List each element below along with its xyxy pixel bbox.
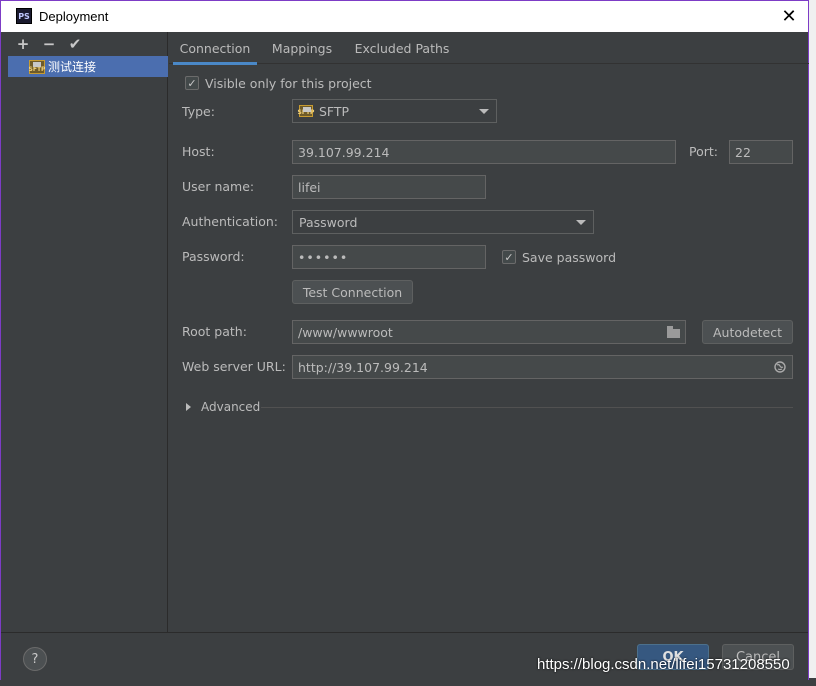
advanced-divider <box>261 407 793 408</box>
help-button[interactable]: ? <box>23 647 47 671</box>
root-path-input[interactable]: /www/wwwroot <box>292 320 686 344</box>
title-bar: PS Deployment ✕ <box>1 1 808 32</box>
test-connection-button[interactable]: Test Connection <box>292 280 413 304</box>
server-name: 测试连接 <box>48 60 97 74</box>
type-label: Type: <box>182 104 215 119</box>
username-input[interactable]: lifei <box>292 175 486 199</box>
visible-only-label: Visible only for this project <box>205 76 372 91</box>
csdn-watermark: https://blog.csdn.net/lifei15731208550 <box>537 656 790 673</box>
remove-server-icon[interactable]: − <box>41 35 57 53</box>
port-input[interactable]: 22 <box>729 140 793 164</box>
add-server-icon[interactable]: + <box>15 35 31 53</box>
deployment-dialog: PS Deployment ✕ + − ✔ SFTP 测试连接 Connecti… <box>0 0 809 680</box>
sftp-server-icon: SFTP <box>29 59 45 74</box>
save-password-label: Save password <box>522 250 617 265</box>
chevron-right-icon <box>186 403 191 411</box>
root-path-value: /www/wwwroot <box>298 324 393 340</box>
save-password-checkbox[interactable]: ✓ <box>502 250 516 264</box>
root-path-label: Root path: <box>182 324 247 339</box>
tab-bar: Connection Mappings Excluded Paths <box>169 32 809 65</box>
close-icon[interactable]: ✕ <box>778 5 800 27</box>
autodetect-button[interactable]: Autodetect <box>702 320 793 344</box>
window-title: Deployment <box>39 9 109 24</box>
globe-icon[interactable] <box>773 360 787 374</box>
tab-excluded-paths[interactable]: Excluded Paths <box>351 32 453 64</box>
check-default-icon[interactable]: ✔ <box>67 35 83 53</box>
background-editor-strip <box>808 0 816 686</box>
server-list-item[interactable]: SFTP 测试连接 <box>8 56 168 77</box>
auth-label: Authentication: <box>182 214 278 229</box>
chevron-down-icon <box>479 109 489 114</box>
port-label: Port: <box>689 144 718 159</box>
visible-only-checkbox[interactable]: ✓ <box>185 76 199 90</box>
server-list-toolbar: + − ✔ <box>8 32 167 56</box>
auth-dropdown[interactable]: Password <box>292 210 594 234</box>
advanced-label: Advanced <box>201 400 261 414</box>
connection-form: ✓ Visible only for this project Type: SF… <box>169 64 809 632</box>
web-url-label: Web server URL: <box>182 359 286 374</box>
phpstorm-app-icon: PS <box>16 8 32 24</box>
auth-value: Password <box>299 214 358 230</box>
type-dropdown[interactable]: SFTP SFTP <box>292 99 497 123</box>
sftp-type-icon: SFTP <box>298 105 314 117</box>
folder-icon[interactable] <box>666 325 680 339</box>
advanced-toggle[interactable]: Advanced <box>186 400 260 414</box>
type-value: SFTP <box>319 103 350 119</box>
password-input[interactable]: •••••• <box>292 245 486 269</box>
chevron-down-icon <box>576 220 586 225</box>
server-list-panel: + − ✔ SFTP 测试连接 <box>8 32 168 632</box>
tab-mappings[interactable]: Mappings <box>265 32 339 64</box>
username-label: User name: <box>182 179 255 194</box>
web-url-value: http://39.107.99.214 <box>298 359 428 375</box>
tab-connection[interactable]: Connection <box>173 32 257 65</box>
password-label: Password: <box>182 249 245 264</box>
host-label: Host: <box>182 144 215 159</box>
host-input[interactable]: 39.107.99.214 <box>292 140 676 164</box>
web-url-input[interactable]: http://39.107.99.214 <box>292 355 793 379</box>
